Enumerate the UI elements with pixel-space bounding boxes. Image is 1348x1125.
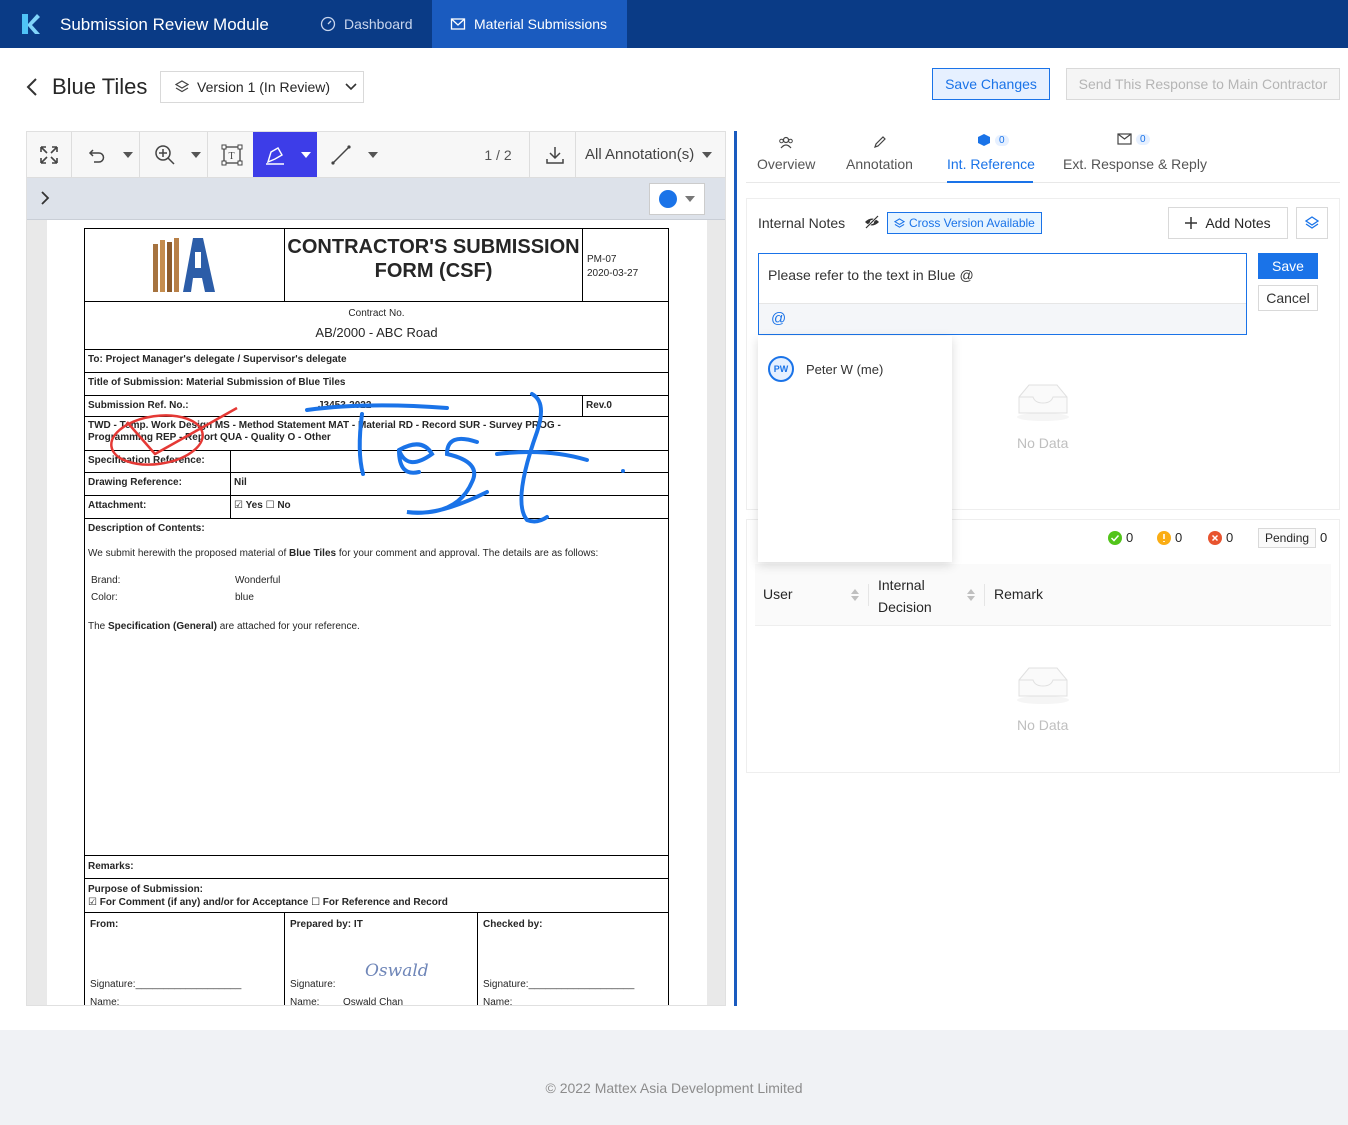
mention-user-name: Peter W (me) [806,361,884,377]
plus-icon [1185,217,1198,229]
layers-icon [894,217,905,228]
document-viewer: T 1 / 2 All Annotation(s) CONTRACTOR'S S… [26,131,726,1006]
nav-dashboard-label: Dashboard [344,16,413,32]
cross-version-badge[interactable]: Cross Version Available [887,212,1042,234]
note-editor[interactable]: Please refer to the text in Blue @ @ [758,253,1247,335]
mail-icon [450,18,466,30]
sort-icon[interactable] [851,589,859,601]
tab-int-reference-label: Int. Reference [947,156,1035,172]
empty-inbox-icon [1013,662,1073,711]
nav-dashboard[interactable]: Dashboard [302,0,431,48]
decisions-no-data: No Data [1017,717,1069,733]
copyright-icon: © [545,1080,556,1096]
column-user[interactable]: User [763,586,793,602]
annotation-layer[interactable] [27,132,726,1006]
panel-divider[interactable] [734,131,737,1006]
save-note-button[interactable]: Save [1258,253,1318,279]
mention-button[interactable]: @ [771,310,786,327]
empty-inbox-icon [1013,379,1073,428]
footer-text: 2022 Mattex Asia Development Limited [559,1080,803,1096]
int-reference-count: 0 [995,134,1009,146]
nav-material-submissions-label: Material Submissions [474,16,608,32]
rejected-count: 0 [1208,530,1233,545]
tab-ext-response-label: Ext. Response & Reply [1063,156,1207,172]
sort-icon[interactable] [967,589,975,601]
avatar: PW [768,356,794,382]
check-circle-icon [1108,530,1122,545]
tab-bar: Overview Annotation 0 Int. Reference 0 E… [746,131,1340,183]
layers-icon [175,80,189,93]
ext-response-count: 0 [1136,133,1150,145]
pending-value: 0 [1320,530,1328,545]
add-notes-label: Add Notes [1205,215,1271,231]
approved-value: 0 [1126,530,1134,545]
column-internal-decision[interactable]: Internal Decision [878,574,948,618]
warning-count: 0 [1157,530,1182,545]
app-title: Submission Review Module [60,15,269,34]
tab-ext-response[interactable]: 0 Ext. Response & Reply [1063,131,1207,183]
app-logo [20,12,40,41]
mention-bar: @ [759,303,1246,334]
users-icon [779,136,793,149]
version-select[interactable]: Version 1 (In Review) [160,71,364,103]
tab-int-reference[interactable]: 0 Int. Reference [947,131,1035,183]
layers-icon [1305,216,1319,229]
column-remark: Remark [994,586,1044,602]
add-notes-button[interactable]: Add Notes [1168,207,1288,239]
column-user-label: User [763,586,793,602]
mail-icon [1117,133,1132,145]
cube-icon [978,134,990,146]
warning-circle-icon [1157,530,1171,545]
eye-slash-icon [865,215,879,229]
blue-handwriting-annotation[interactable] [305,392,625,524]
red-checkmark-annotation[interactable] [108,406,238,470]
rejected-value: 0 [1226,530,1234,545]
notes-no-data: No Data [1017,435,1069,451]
internal-notes-title: Internal Notes [758,215,846,231]
nav-material-submissions[interactable]: Material Submissions [432,0,627,48]
hide-toggle[interactable] [864,215,880,234]
pending-tag: Pending [1258,528,1317,548]
mention-dropdown: PW Peter W (me) [758,336,952,562]
footer: © 2022 Mattex Asia Development Limited [0,1080,1348,1096]
versions-button[interactable] [1296,207,1328,239]
tab-overview[interactable]: Overview [757,131,815,183]
tab-overview-label: Overview [757,156,816,172]
top-bar: Submission Review Module Dashboard Mater… [0,0,1348,48]
warning-value: 0 [1175,530,1183,545]
mention-option[interactable]: PW Peter W (me) [768,356,883,382]
close-circle-icon [1208,530,1222,545]
save-changes-button[interactable]: Save Changes [932,68,1050,100]
dashboard-icon [320,16,336,32]
cancel-note-button[interactable]: Cancel [1258,285,1318,311]
tab-annotation[interactable]: Annotation [846,131,916,183]
chevron-left-icon [26,78,37,96]
cross-version-label: Cross Version Available [909,216,1035,230]
send-response-button[interactable]: Send This Response to Main Contractor [1066,68,1340,100]
decisions-table-header: User Internal Decision Remark [755,564,1331,626]
tab-annotation-label: Annotation [846,156,913,172]
back-button[interactable] [24,77,40,102]
version-label: Version 1 (In Review) [197,79,331,95]
chevron-down-icon [345,83,357,91]
pencil-icon [874,136,886,148]
note-input[interactable]: Please refer to the text in Blue @ [768,267,974,283]
page-title: Blue Tiles [52,74,148,99]
approved-count: 0 [1108,530,1133,545]
